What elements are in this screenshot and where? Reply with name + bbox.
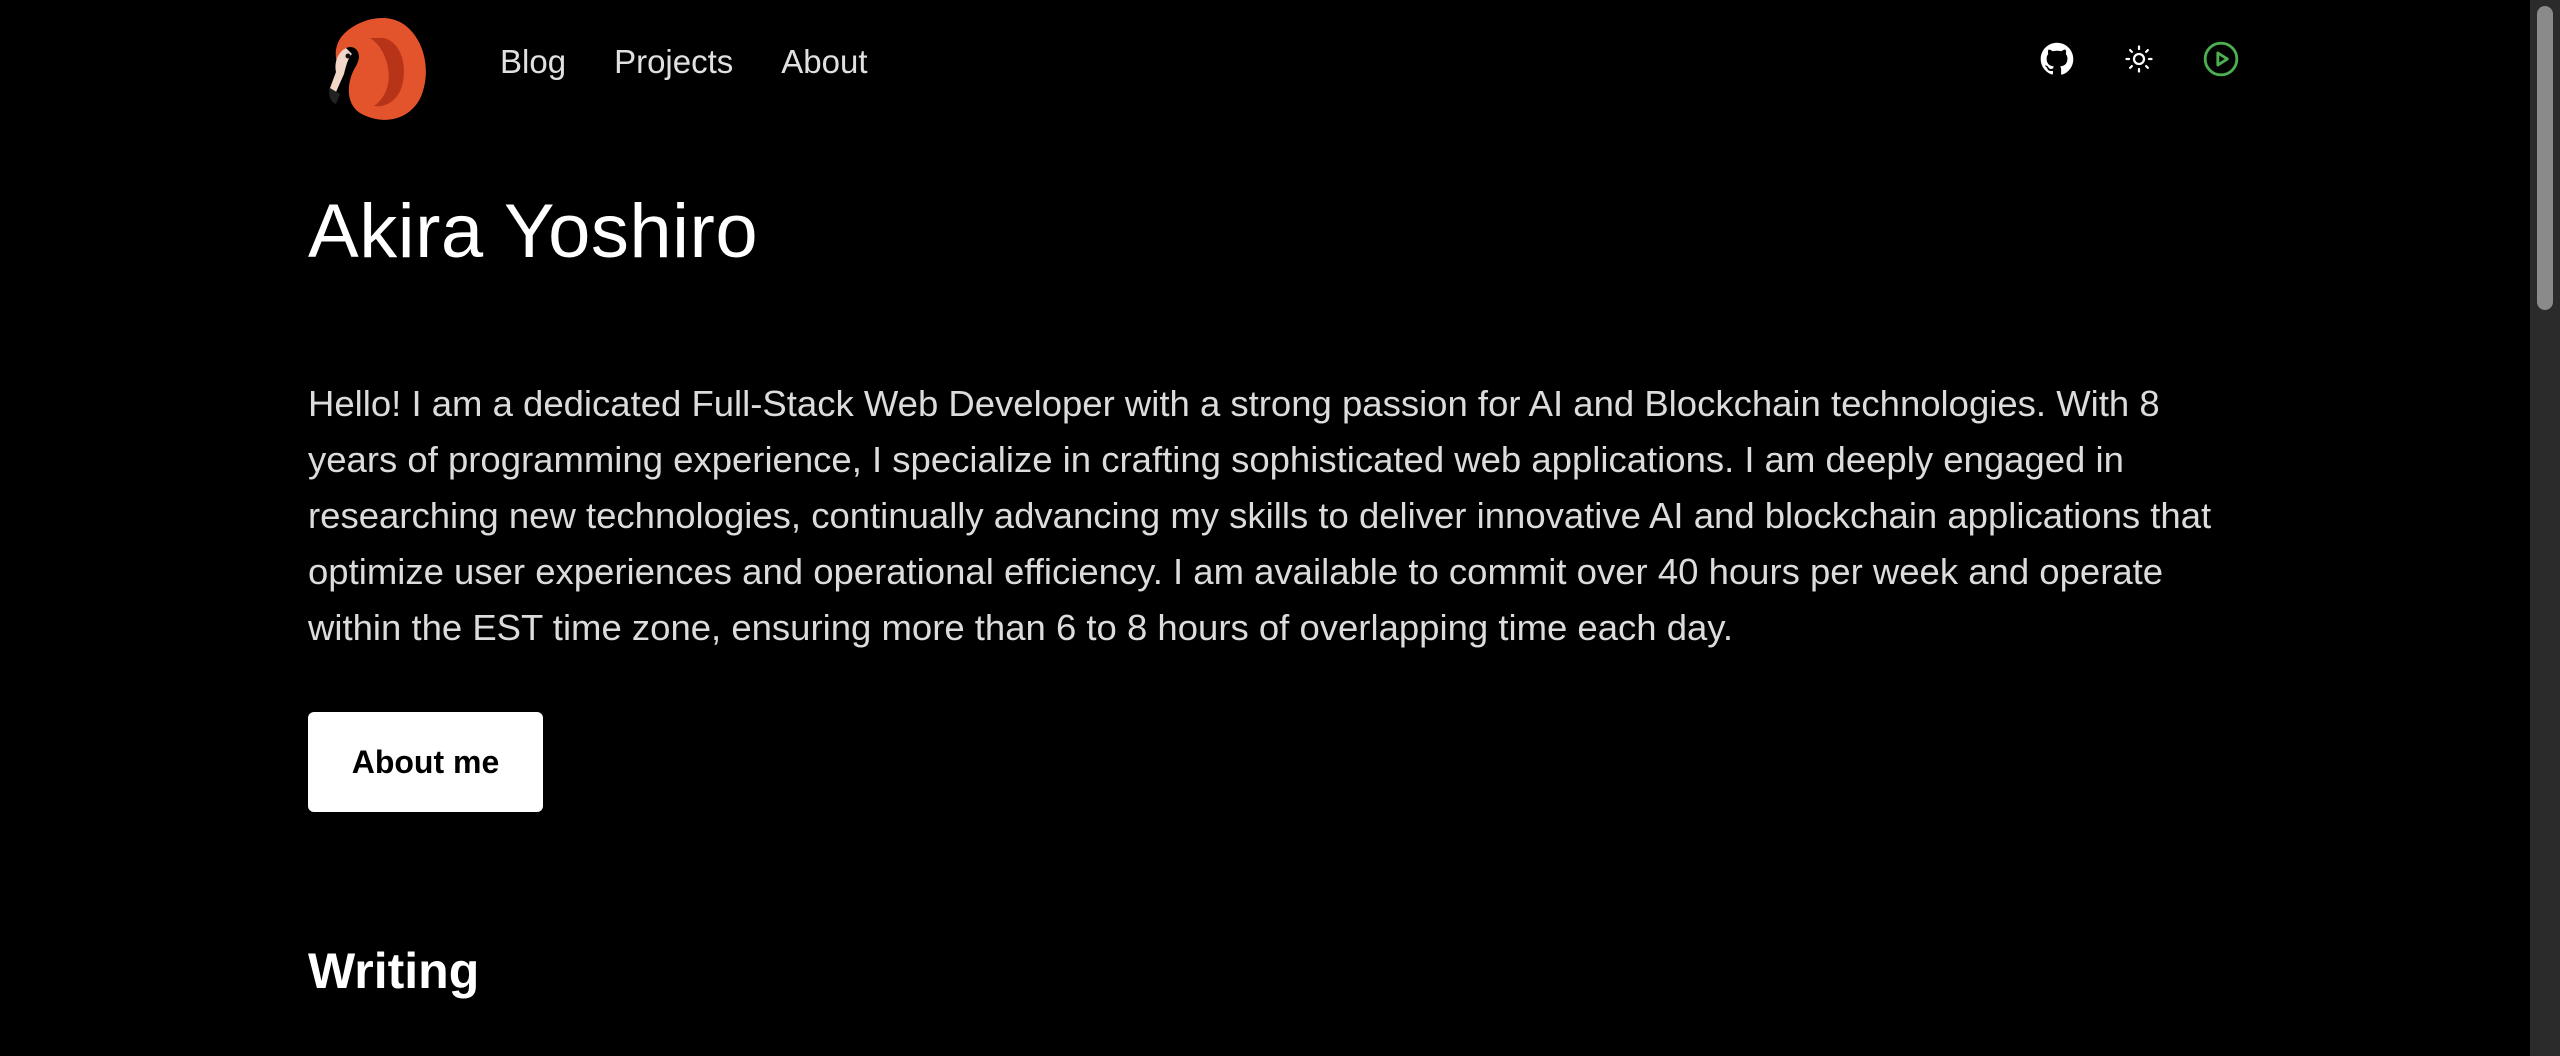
flamingo-logo-icon[interactable] [326, 8, 436, 126]
about-me-button[interactable]: About me [308, 712, 543, 812]
github-icon[interactable] [2038, 40, 2076, 78]
play-circle-icon[interactable] [2202, 40, 2240, 78]
page: Blog Projects About Akira Yoshiro Hello!… [0, 0, 2560, 1056]
nav-about-link[interactable]: About [781, 40, 867, 84]
page-title: Akira Yoshiro [308, 189, 759, 274]
scrollbar-thumb[interactable] [2537, 6, 2553, 310]
site-header: Blog Projects About [308, 0, 2240, 126]
main-nav: Blog Projects About [500, 40, 868, 84]
bio-paragraph: Hello! I am a dedicated Full-Stack Web D… [308, 383, 2212, 648]
scrollbar[interactable] [2530, 0, 2560, 1056]
nav-projects-link[interactable]: Projects [614, 40, 733, 84]
nav-blog-link[interactable]: Blog [500, 40, 566, 84]
writing-heading: Writing [308, 943, 480, 999]
header-actions [2038, 40, 2240, 78]
sun-icon[interactable] [2120, 40, 2158, 78]
